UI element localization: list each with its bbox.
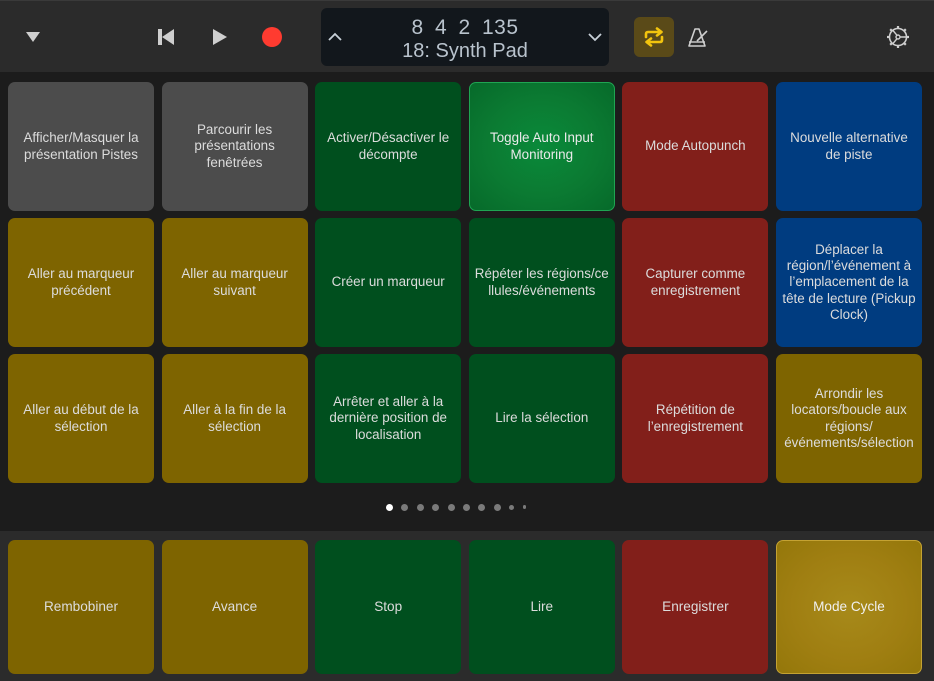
page-dot-5[interactable] <box>447 503 455 511</box>
transport-pad-bar: Rembobiner Avance Stop Lire Enregistrer … <box>0 531 934 681</box>
next-track-button[interactable] <box>586 28 604 46</box>
rewind-pad[interactable]: Rembobiner <box>8 540 154 674</box>
page-indicator[interactable] <box>386 502 527 512</box>
pad-go-to-selection-end[interactable]: Aller à la fin de la sélection <box>161 354 308 483</box>
record-pad[interactable]: Enregistrer <box>622 540 769 674</box>
pad-pickup-clock[interactable]: Déplacer la région/l’événement à l’empla… <box>775 218 922 347</box>
stop-pad[interactable]: Stop <box>315 540 462 674</box>
pad-toggle-auto-input-monitoring[interactable]: Toggle Auto Input Monitoring <box>468 82 615 211</box>
cycle-mode-pad[interactable]: Mode Cycle <box>775 540 922 674</box>
track-name: 18: Synth Pad <box>402 40 528 62</box>
pad-capture-as-recording[interactable]: Capturer comme enregistrement <box>622 218 769 347</box>
remote-pad-grid: Afficher/Masquer la présentation Pistes … <box>8 82 922 483</box>
forward-pad[interactable]: Avance <box>161 540 308 674</box>
pad-next-marker[interactable]: Aller au marqueur suivant <box>161 218 308 347</box>
metronome-icon <box>688 28 708 47</box>
page-dot-8[interactable] <box>493 503 501 511</box>
page-dot-2[interactable] <box>401 503 409 511</box>
gear-icon <box>887 26 909 48</box>
pad-create-marker[interactable]: Créer un marqueur <box>315 218 462 347</box>
pad-record-repeat[interactable]: Répétition de l’enregistrement <box>622 354 769 483</box>
metronome-button[interactable] <box>684 25 712 51</box>
view-menu-button[interactable] <box>20 27 46 47</box>
lcd-display[interactable]: 8 4 2 135 18: Synth Pad <box>321 8 609 66</box>
play-button[interactable] <box>206 25 234 49</box>
pad-play-selection[interactable]: Lire la sélection <box>468 354 615 483</box>
play-icon <box>213 29 227 45</box>
chevron-down-icon <box>588 33 602 42</box>
play-pad[interactable]: Lire <box>468 540 615 674</box>
pad-round-locators[interactable]: Arrondir les locators/boucle aux régions… <box>775 354 922 483</box>
playhead-position: 8 4 2 135 <box>411 16 519 39</box>
page-dot-7[interactable] <box>478 503 486 511</box>
pad-autopunch-mode[interactable]: Mode Autopunch <box>622 82 769 211</box>
pad-new-track-alternative[interactable]: Nouvelle alternative de piste <box>775 82 922 211</box>
page-dot-6[interactable] <box>462 503 470 511</box>
settings-button[interactable] <box>884 23 912 51</box>
go-to-start-button[interactable] <box>152 25 180 49</box>
pad-toggle-tracks-view[interactable]: Afficher/Masquer la présentation Pistes <box>8 82 154 211</box>
skip-back-icon <box>158 29 174 45</box>
triangle-down-icon <box>26 32 40 42</box>
pad-toggle-count-in[interactable]: Activer/Désactiver le décompte <box>315 82 462 211</box>
record-button[interactable] <box>258 24 286 50</box>
control-bar: 8 4 2 135 18: Synth Pad <box>0 0 934 72</box>
record-icon <box>262 27 282 47</box>
cycle-toggle-button[interactable] <box>634 17 674 57</box>
page-dot-10[interactable] <box>522 505 527 509</box>
pad-previous-marker[interactable]: Aller au marqueur précédent <box>8 218 154 347</box>
page-dot-4[interactable] <box>432 503 440 511</box>
page-dot-1[interactable] <box>386 503 393 511</box>
pad-go-to-selection-start[interactable]: Aller au début de la sélection <box>8 354 154 483</box>
pad-repeat-regions[interactable]: Répéter les régions/cellules/événements <box>468 218 615 347</box>
page-dot-3[interactable] <box>416 503 424 511</box>
pad-browse-window-views[interactable]: Parcourir les présentations fenêtrées <box>161 82 308 211</box>
cycle-icon <box>644 27 664 47</box>
page-dot-9[interactable] <box>509 504 515 510</box>
pad-stop-and-go-to-last-locate[interactable]: Arrêter et aller à la dernière position … <box>315 354 462 483</box>
